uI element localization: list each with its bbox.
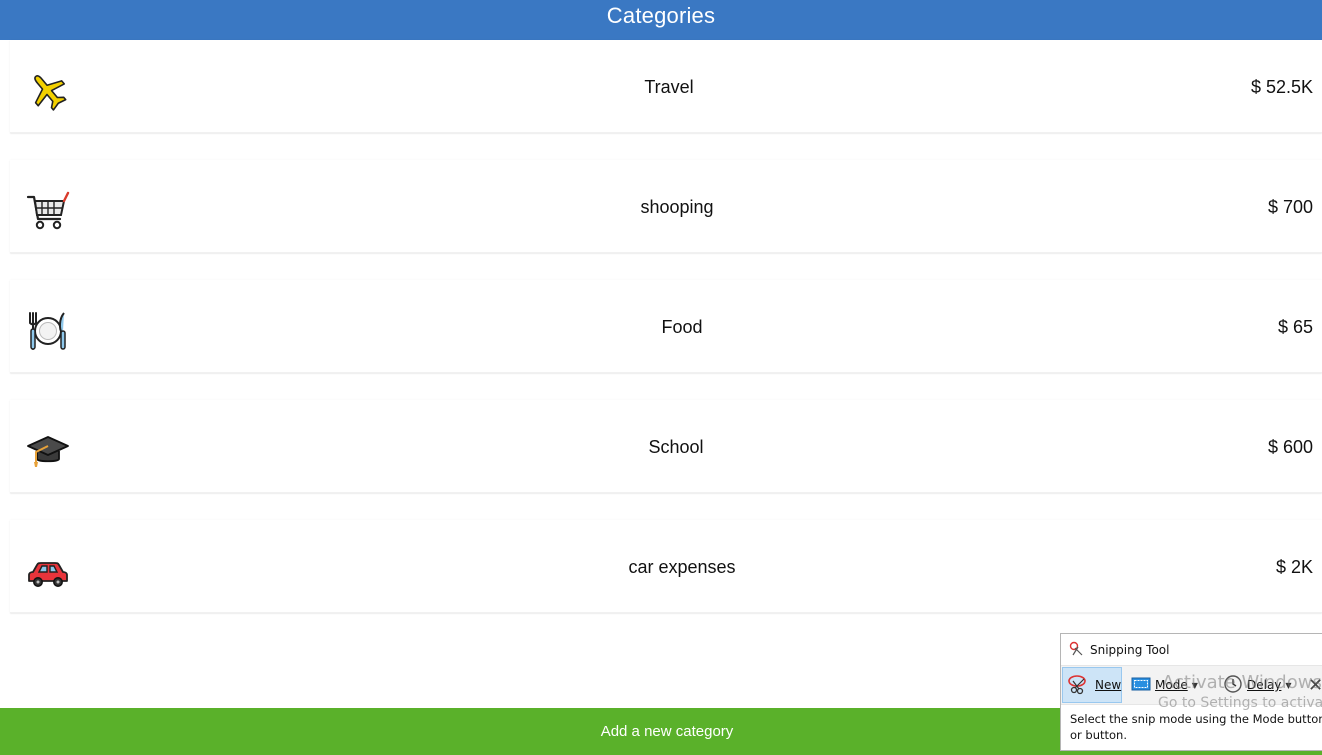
snipping-tool-window[interactable]: Snipping Tool New Mode ▼ Delay ▼ ✕ Selec… (1060, 633, 1322, 751)
graduation-cap-icon (26, 429, 70, 473)
category-amount: $ 65 (1277, 317, 1313, 337)
car-icon (26, 549, 70, 593)
delay-button[interactable]: Delay ▼ (1223, 667, 1292, 703)
category-amount: $ 52.5K (1250, 77, 1313, 97)
add-category-label: Add a new category (600, 723, 734, 740)
delay-label: Delay (1247, 678, 1282, 692)
new-snip-label: New (1095, 678, 1122, 692)
clock-icon (1223, 674, 1243, 697)
category-row-school[interactable]: School $ 600 (10, 400, 1322, 493)
category-name: Food (661, 317, 703, 337)
mode-label: Mode (1155, 678, 1188, 692)
category-amount: $ 600 (1267, 437, 1313, 457)
snipping-tool-title: Snipping Tool (1090, 643, 1170, 657)
category-amount: $ 700 (1267, 197, 1313, 217)
page-title: Categories (606, 3, 716, 28)
category-row-food[interactable]: Food $ 65 (10, 280, 1322, 373)
snipping-tool-help-text: Select the snip mode using the Mode butt… (1070, 712, 1322, 742)
fork-and-knife-plate-icon (26, 309, 70, 353)
category-name: Travel (644, 77, 694, 97)
category-row-travel[interactable]: Travel $ 52.5K (10, 40, 1322, 133)
category-amount: $ 2K (1275, 557, 1313, 577)
airplane-icon (26, 69, 70, 113)
scissors-icon (1069, 641, 1085, 660)
category-name: shooping (640, 197, 714, 217)
new-snip-button[interactable]: New (1062, 667, 1122, 703)
delay-dropdown-icon: ▼ (1285, 680, 1292, 690)
category-row-car-expenses[interactable]: car expenses $ 2K (10, 520, 1322, 613)
category-row-shopping[interactable]: shooping $ 700 (10, 160, 1322, 253)
new-snip-icon (1067, 673, 1091, 698)
category-name: car expenses (628, 557, 736, 577)
mode-dropdown-icon: ▼ (1191, 680, 1198, 690)
mode-icon (1131, 676, 1151, 695)
page-header: Categories (0, 0, 1322, 40)
category-name: School (648, 437, 704, 457)
shopping-cart-icon (26, 189, 70, 233)
mode-button[interactable]: Mode ▼ (1131, 667, 1198, 703)
snipping-tool-toolbar: New Mode ▼ Delay ▼ ✕ (1061, 665, 1322, 705)
cancel-icon[interactable]: ✕ (1308, 675, 1322, 696)
snipping-tool-titlebar[interactable]: Snipping Tool (1069, 641, 1169, 659)
